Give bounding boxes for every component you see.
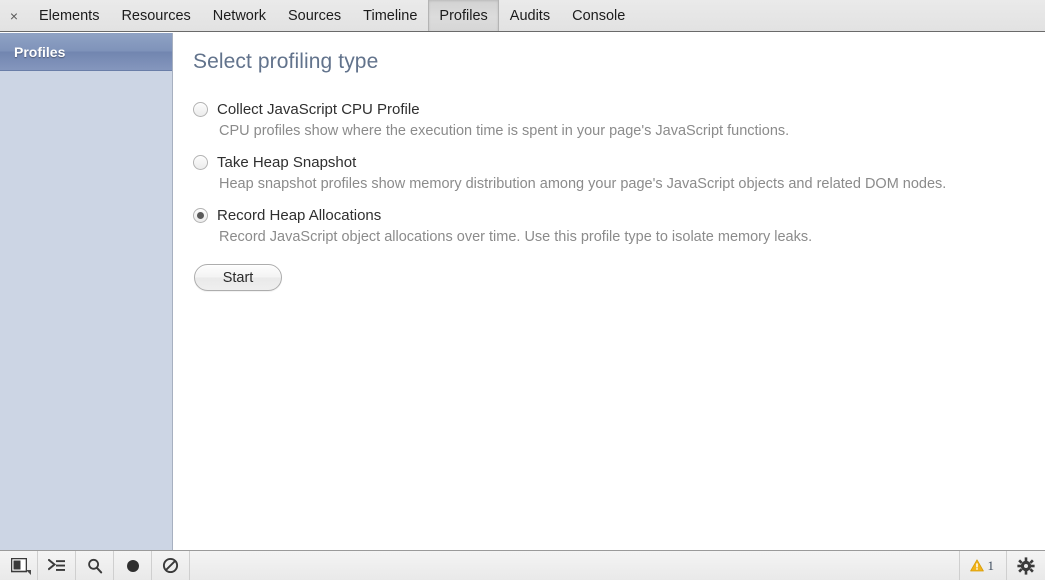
close-icon[interactable]: × bbox=[0, 0, 28, 31]
bottom-toolbar: 1 bbox=[0, 550, 1045, 580]
profiling-type-options: Collect JavaScript CPU Profile CPU profi… bbox=[193, 101, 1023, 291]
sidebar-item-profiles[interactable]: Profiles bbox=[0, 33, 172, 71]
tab-timeline[interactable]: Timeline bbox=[352, 0, 428, 31]
tab-elements[interactable]: Elements bbox=[28, 0, 110, 31]
option-collect-cpu-profile-description: CPU profiles show where the execution ti… bbox=[219, 121, 1009, 141]
option-take-heap-snapshot: Take Heap Snapshot Heap snapshot profile… bbox=[193, 154, 1023, 194]
toolbar-spacer bbox=[190, 551, 959, 580]
devtools-tabbar: × Elements Resources Network Sources Tim… bbox=[0, 0, 1045, 32]
gear-icon bbox=[1017, 557, 1035, 575]
sidebar-item-label: Profiles bbox=[14, 44, 65, 60]
tab-resources[interactable]: Resources bbox=[110, 0, 201, 31]
page-title: Select profiling type bbox=[193, 50, 378, 74]
option-collect-cpu-profile-row[interactable]: Collect JavaScript CPU Profile bbox=[193, 101, 1023, 118]
dock-to-side-icon bbox=[11, 558, 27, 573]
tab-list: Elements Resources Network Sources Timel… bbox=[28, 0, 636, 31]
start-button[interactable]: Start bbox=[194, 264, 282, 291]
option-record-heap-allocations-description: Record JavaScript object allocations ove… bbox=[219, 227, 1009, 247]
settings-button[interactable] bbox=[1006, 551, 1045, 580]
warning-indicator[interactable]: 1 bbox=[959, 551, 1007, 580]
option-record-heap-allocations: Record Heap Allocations Record JavaScrip… bbox=[193, 207, 1023, 247]
option-collect-cpu-profile: Collect JavaScript CPU Profile CPU profi… bbox=[193, 101, 1023, 141]
option-record-heap-allocations-label: Record Heap Allocations bbox=[217, 207, 381, 224]
option-record-heap-allocations-row[interactable]: Record Heap Allocations bbox=[193, 207, 1023, 224]
search-button[interactable] bbox=[76, 551, 114, 580]
dock-to-side-button[interactable] bbox=[0, 551, 38, 580]
tab-profiles[interactable]: Profiles bbox=[428, 0, 498, 31]
console-drawer-icon bbox=[48, 559, 66, 573]
record-button[interactable] bbox=[114, 551, 152, 580]
console-drawer-button[interactable] bbox=[38, 551, 76, 580]
clear-button[interactable] bbox=[152, 551, 190, 580]
option-collect-cpu-profile-label: Collect JavaScript CPU Profile bbox=[217, 101, 420, 118]
tab-sources[interactable]: Sources bbox=[277, 0, 352, 31]
tab-network[interactable]: Network bbox=[202, 0, 277, 31]
option-take-heap-snapshot-description: Heap snapshot profiles show memory distr… bbox=[219, 174, 1009, 194]
warning-triangle-icon bbox=[970, 559, 984, 572]
dropdown-caret-icon bbox=[26, 570, 31, 575]
record-icon bbox=[125, 558, 141, 574]
tab-console[interactable]: Console bbox=[561, 0, 636, 31]
option-take-heap-snapshot-label: Take Heap Snapshot bbox=[217, 154, 356, 171]
radio-collect-cpu-profile[interactable] bbox=[193, 102, 208, 117]
radio-take-heap-snapshot[interactable] bbox=[193, 155, 208, 170]
profiles-content-panel: Select profiling type Collect JavaScript… bbox=[174, 33, 1045, 550]
clear-icon bbox=[162, 557, 179, 574]
radio-record-heap-allocations[interactable] bbox=[193, 208, 208, 223]
tab-audits[interactable]: Audits bbox=[499, 0, 561, 31]
search-icon bbox=[87, 558, 103, 574]
profiles-sidebar: Profiles bbox=[0, 33, 173, 550]
warning-count: 1 bbox=[988, 558, 995, 574]
option-take-heap-snapshot-row[interactable]: Take Heap Snapshot bbox=[193, 154, 1023, 171]
